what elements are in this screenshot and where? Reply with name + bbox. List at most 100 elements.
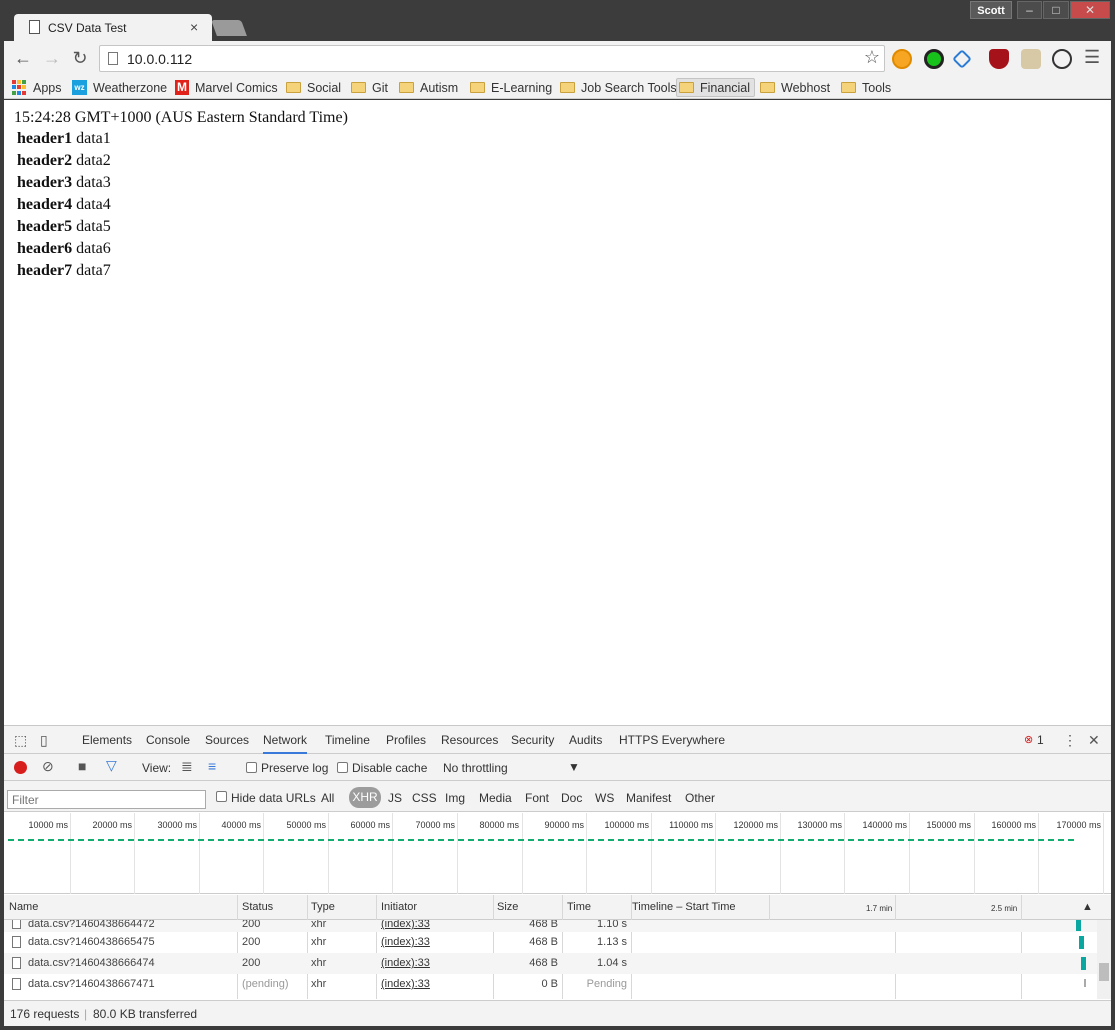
bookmark-star-icon[interactable]: ☆ bbox=[864, 47, 880, 68]
type-filter-font[interactable]: Font bbox=[525, 791, 549, 805]
preserve-log-checkbox[interactable] bbox=[246, 762, 257, 773]
column-time[interactable]: Time bbox=[567, 901, 591, 913]
network-overview[interactable]: 10000 ms 20000 ms 30000 ms 40000 ms 5000… bbox=[4, 813, 1111, 894]
row-header: header1 bbox=[17, 130, 73, 147]
window-close-icon[interactable]: ✕ bbox=[1070, 1, 1110, 19]
type-filter-ws[interactable]: WS bbox=[595, 791, 614, 805]
request-name[interactable]: data.csv?1460438665475 bbox=[28, 936, 155, 948]
clear-icon[interactable]: ⊘ bbox=[42, 758, 54, 775]
back-arrow-icon[interactable]: ← bbox=[11, 47, 35, 69]
table-row[interactable]: data.csv?1460438664472 200 xhr (index):3… bbox=[4, 920, 1097, 932]
close-tab-icon[interactable]: × bbox=[190, 19, 198, 35]
profile-button[interactable]: Scott bbox=[970, 1, 1012, 19]
disable-cache-checkbox[interactable] bbox=[337, 762, 348, 773]
filter-icon[interactable]: ▽ bbox=[106, 757, 117, 774]
tab-sources[interactable]: Sources bbox=[205, 733, 249, 747]
bookmark-marvel-comics[interactable]: M Marvel Comics bbox=[175, 78, 278, 97]
minimize-icon[interactable]: – bbox=[1017, 1, 1042, 19]
chevron-down-icon[interactable]: ▼ bbox=[568, 760, 580, 774]
error-count[interactable]: 1 bbox=[1037, 733, 1044, 747]
browser-tab[interactable]: CSV Data Test × bbox=[14, 14, 212, 41]
column-name[interactable]: Name bbox=[9, 901, 38, 913]
request-initiator[interactable]: (index):33 bbox=[381, 957, 430, 969]
bookmark-apps[interactable]: Apps bbox=[12, 78, 62, 97]
hide-data-urls-checkbox[interactable] bbox=[216, 791, 227, 802]
filter-input[interactable] bbox=[7, 790, 206, 809]
table-row[interactable]: data.csv?1460438667471 (pending) xhr (in… bbox=[4, 974, 1097, 995]
page-info-icon[interactable] bbox=[108, 52, 118, 65]
close-devtools-icon[interactable]: ✕ bbox=[1088, 732, 1100, 749]
type-filter-other[interactable]: Other bbox=[685, 791, 715, 805]
tab-security[interactable]: Security bbox=[511, 733, 554, 747]
tab-profiles[interactable]: Profiles bbox=[386, 733, 426, 747]
type-filter-doc[interactable]: Doc bbox=[561, 791, 582, 805]
chrome-menu-icon[interactable]: ☰ bbox=[1084, 47, 1100, 68]
tab-console[interactable]: Console bbox=[146, 733, 190, 747]
column-type[interactable]: Type bbox=[311, 901, 335, 913]
maximize-icon[interactable]: □ bbox=[1043, 1, 1069, 19]
type-filter-img[interactable]: Img bbox=[445, 791, 465, 805]
table-row[interactable]: data.csv?1460438665475 200 xhr (index):3… bbox=[4, 932, 1097, 953]
row-value: data6 bbox=[76, 240, 111, 257]
tab-resources[interactable]: Resources bbox=[441, 733, 498, 747]
url-text[interactable]: 10.0.0.112 bbox=[127, 51, 192, 67]
scrollbar-thumb[interactable] bbox=[1099, 963, 1109, 981]
error-icon[interactable]: ⊗ bbox=[1024, 733, 1033, 746]
request-name[interactable]: data.csv?1460438664472 bbox=[28, 920, 155, 930]
address-bar[interactable]: 10.0.0.112 ☆ bbox=[99, 45, 885, 72]
reload-icon[interactable]: ↻ bbox=[68, 47, 92, 69]
extension-info-icon[interactable] bbox=[1052, 49, 1072, 69]
bookmark-folder-financial[interactable]: Financial bbox=[676, 78, 756, 97]
bookmark-folder-e-learning[interactable]: E-Learning bbox=[468, 78, 552, 97]
request-name[interactable]: data.csv?1460438666474 bbox=[28, 957, 155, 969]
bookmark-folder-social[interactable]: Social bbox=[284, 78, 341, 97]
column-status[interactable]: Status bbox=[242, 901, 273, 913]
bookmark-folder-tools[interactable]: Tools bbox=[839, 78, 891, 97]
request-initiator[interactable]: (index):33 bbox=[381, 920, 430, 930]
bookmark-folder-autism[interactable]: Autism bbox=[397, 78, 458, 97]
request-initiator[interactable]: (index):33 bbox=[381, 978, 430, 990]
extension-bag-icon[interactable] bbox=[1021, 49, 1041, 69]
type-filter-js[interactable]: JS bbox=[388, 791, 402, 805]
more-options-icon[interactable]: ⋮ bbox=[1063, 732, 1077, 749]
inspect-element-icon[interactable]: ⬚ bbox=[14, 732, 27, 749]
tab-audits[interactable]: Audits bbox=[569, 733, 602, 747]
overview-icon[interactable]: ≡ bbox=[208, 758, 216, 774]
table-row[interactable]: data.csv?1460438666474 200 xhr (index):3… bbox=[4, 953, 1097, 974]
record-icon[interactable] bbox=[14, 761, 27, 774]
type-filter-xhr[interactable]: XHR bbox=[349, 787, 381, 808]
request-name[interactable]: data.csv?1460438667471 bbox=[28, 978, 155, 990]
large-rows-icon[interactable]: ≣ bbox=[181, 758, 193, 775]
tab-network[interactable]: Network bbox=[263, 733, 308, 754]
throttling-select[interactable]: No throttling bbox=[443, 761, 508, 775]
bookmark-folder-webhost[interactable]: Webhost bbox=[758, 78, 830, 97]
new-tab-button[interactable] bbox=[211, 20, 247, 36]
sort-arrow-icon[interactable]: ▲ bbox=[1082, 901, 1093, 913]
extension-network-icon[interactable] bbox=[952, 49, 972, 69]
ublock-shield-icon[interactable] bbox=[989, 49, 1009, 69]
bookmark-folder-git[interactable]: Git bbox=[349, 78, 388, 97]
bookmarks-bar: Apps wz Weatherzone M Marvel Comics Soci… bbox=[4, 75, 1111, 99]
bookmark-folder-job-search-tools[interactable]: Job Search Tools bbox=[558, 78, 677, 97]
column-timeline[interactable]: Timeline – Start Time bbox=[632, 901, 736, 913]
tab-https-everywhere[interactable]: HTTPS Everywhere bbox=[619, 733, 725, 747]
bookmark-weatherzone[interactable]: wz Weatherzone bbox=[72, 78, 167, 97]
request-initiator[interactable]: (index):33 bbox=[381, 936, 430, 948]
type-filter-manifest[interactable]: Manifest bbox=[626, 791, 671, 805]
extension-green-dot-icon[interactable] bbox=[924, 49, 944, 69]
column-initiator[interactable]: Initiator bbox=[381, 901, 417, 913]
type-filter-media[interactable]: Media bbox=[479, 791, 512, 805]
type-filter-all[interactable]: All bbox=[321, 791, 334, 805]
request-time: 1.10 s bbox=[597, 920, 627, 930]
capture-screenshots-icon[interactable]: ■ bbox=[78, 758, 86, 774]
column-size[interactable]: Size bbox=[497, 901, 518, 913]
transferred-size: 80.0 KB transferred bbox=[93, 1007, 198, 1021]
request-size: 468 B bbox=[529, 957, 558, 969]
type-filter-css[interactable]: CSS bbox=[412, 791, 437, 805]
tab-timeline[interactable]: Timeline bbox=[325, 733, 370, 747]
table-scrollbar[interactable] bbox=[1097, 920, 1111, 999]
tab-elements[interactable]: Elements bbox=[82, 733, 132, 747]
forward-arrow-icon[interactable]: → bbox=[40, 47, 64, 69]
extension-face-icon[interactable] bbox=[892, 49, 912, 69]
device-mode-icon[interactable]: ▯ bbox=[40, 732, 48, 749]
